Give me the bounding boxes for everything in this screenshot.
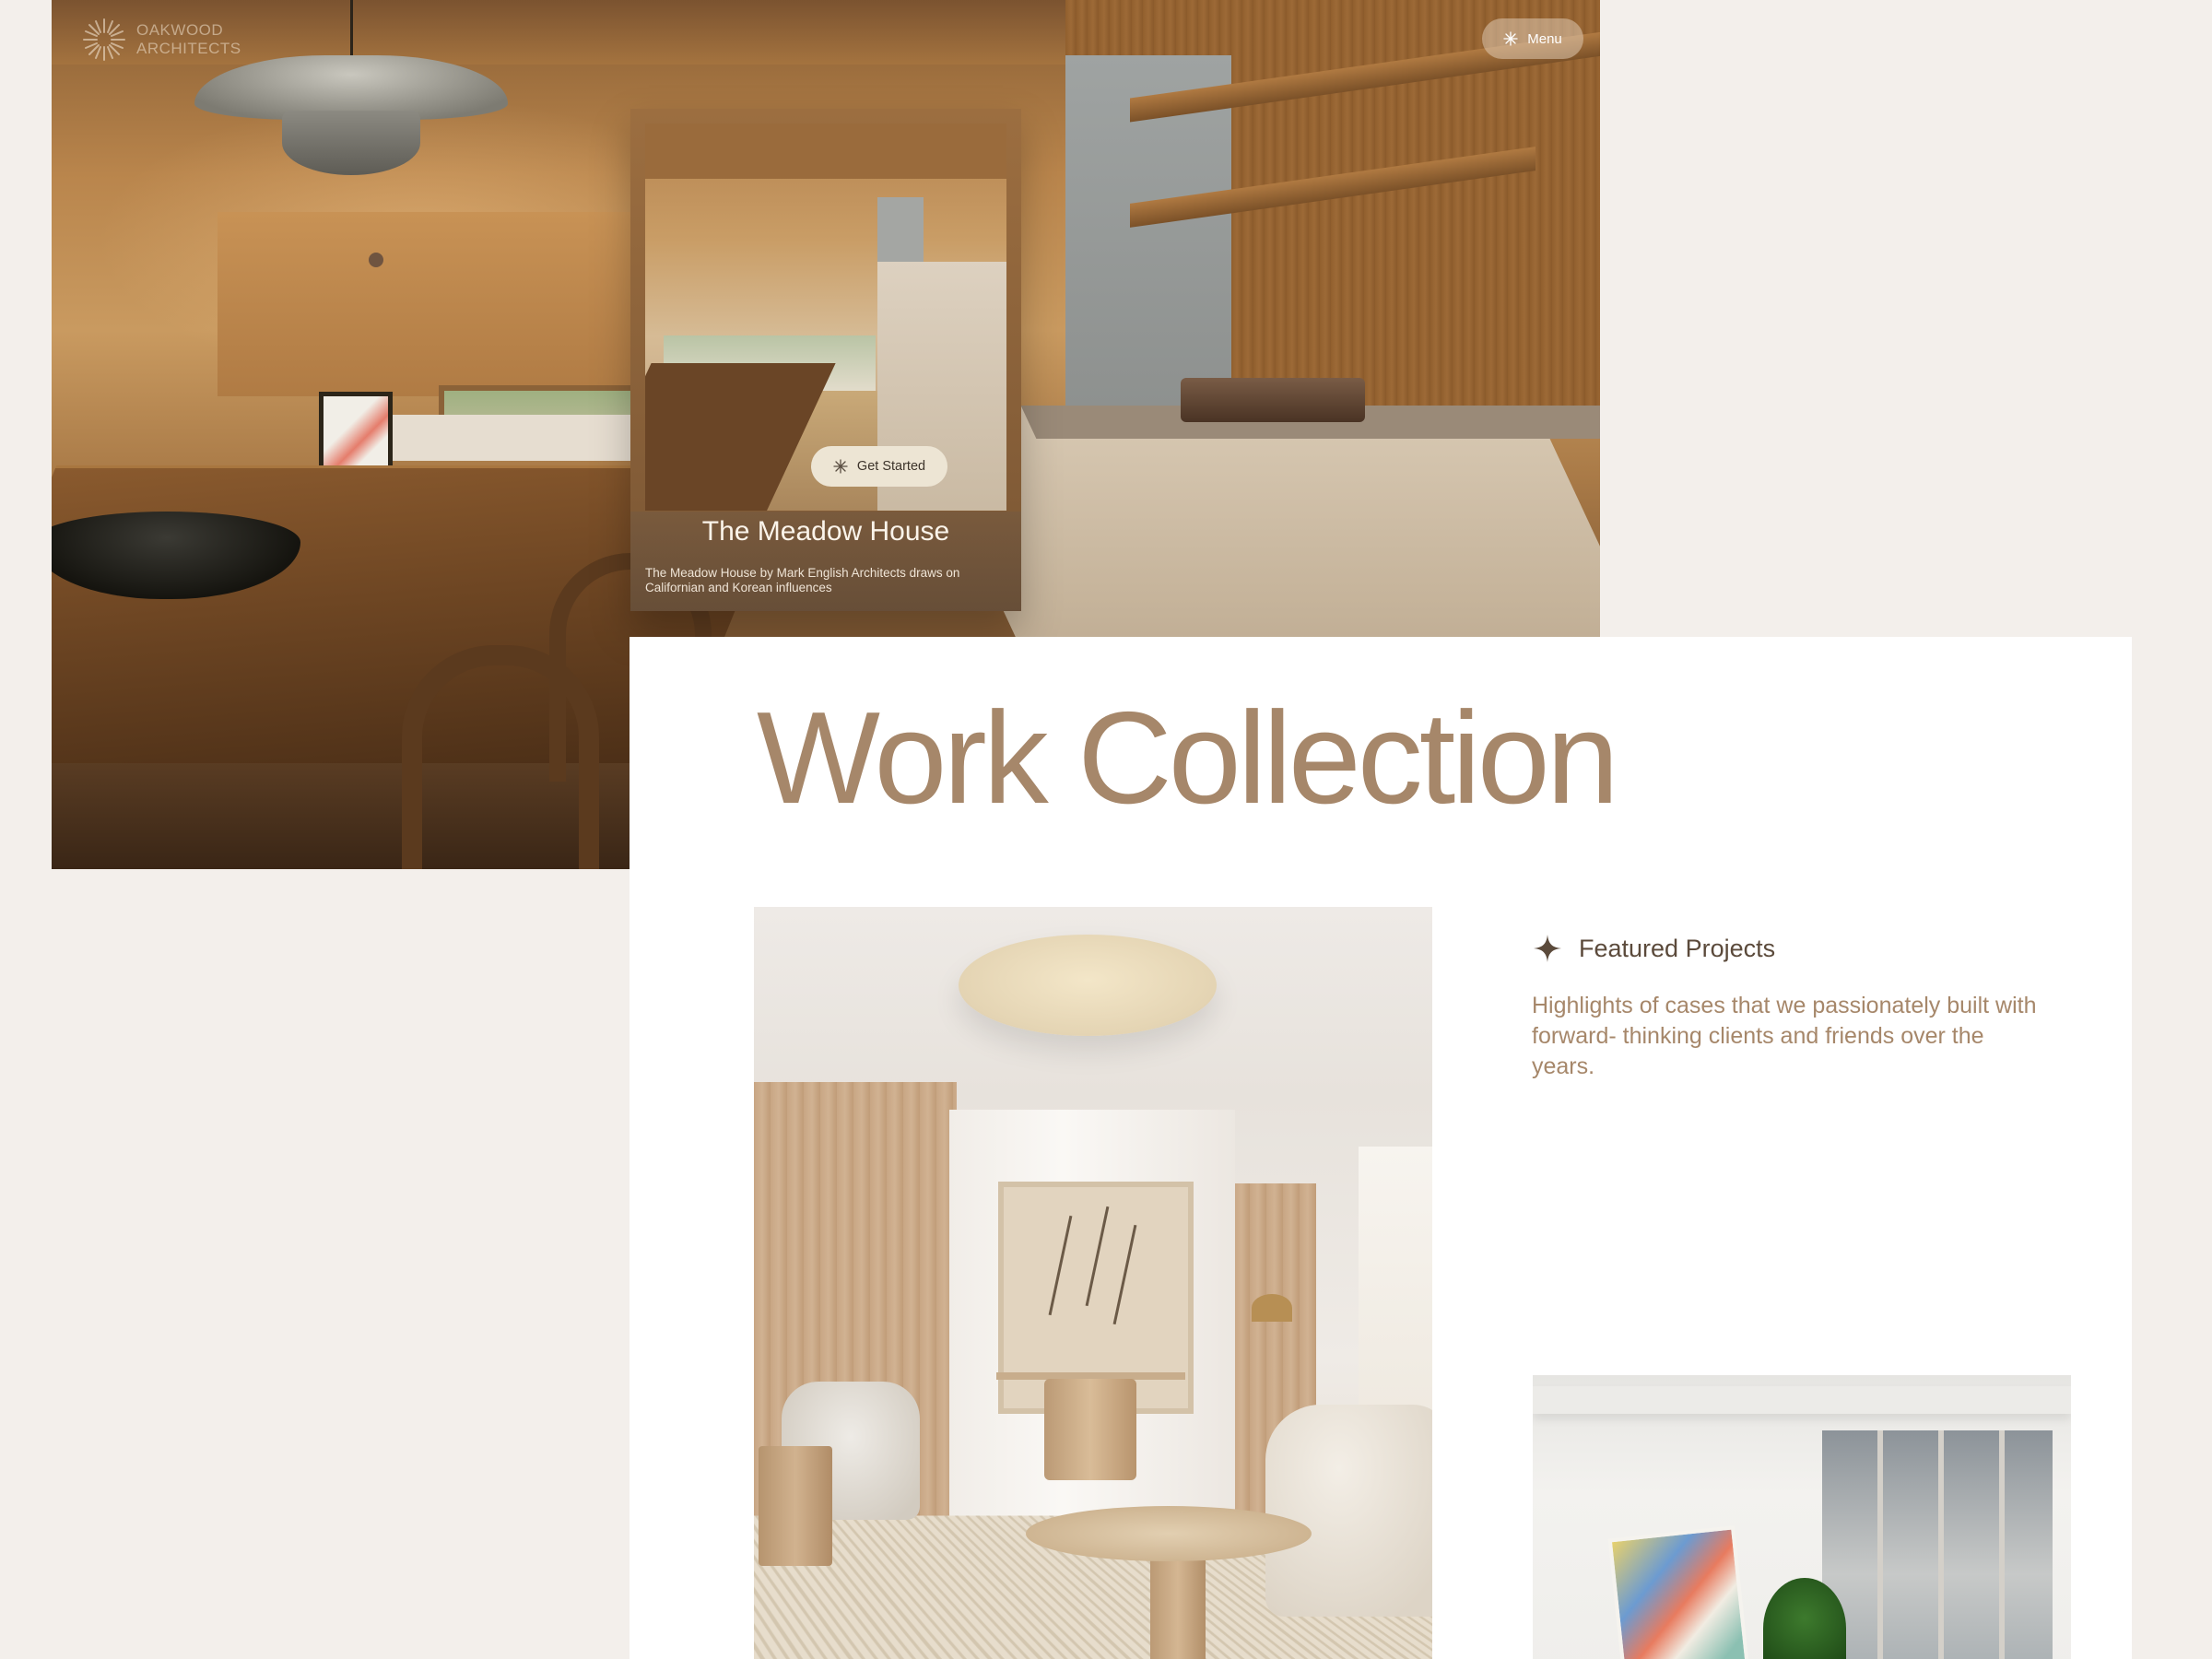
art-stroke bbox=[1085, 1206, 1110, 1307]
photo-floor-lamp bbox=[1252, 1294, 1292, 1322]
brand-name: OAKWOOD ARCHITECTS bbox=[136, 21, 241, 58]
hero-framed-art bbox=[319, 392, 393, 475]
four-point-star-icon bbox=[1534, 935, 1561, 962]
photo-ceiling-beam bbox=[1533, 1386, 2071, 1414]
photo-sofa bbox=[1265, 1405, 1432, 1617]
featured-projects-label: Featured Projects bbox=[1579, 934, 1776, 962]
brand-name-line1: OAKWOOD bbox=[136, 21, 224, 39]
photo-coffee-table bbox=[1026, 1506, 1312, 1561]
featured-project-card[interactable]: The Meadow House The Meadow House by Mar… bbox=[630, 109, 1021, 611]
menu-label: Menu bbox=[1527, 30, 1562, 47]
card-title: The Meadow House bbox=[701, 516, 950, 547]
photo-window bbox=[1822, 1430, 2053, 1659]
photo-pedestal bbox=[1044, 1379, 1136, 1480]
art-stroke bbox=[1112, 1224, 1137, 1325]
section-title: Work Collection bbox=[757, 685, 1619, 831]
project-photo-living-room[interactable] bbox=[754, 907, 1432, 1659]
featured-projects-heading: Featured Projects bbox=[1533, 934, 1775, 963]
card-photo-ceiling bbox=[645, 124, 1006, 179]
project-photo-loft[interactable] bbox=[1533, 1375, 2071, 1659]
photo-painting bbox=[1607, 1525, 1751, 1659]
cursor-dot bbox=[369, 253, 383, 267]
featured-projects-description: Highlights of cases that we passionately… bbox=[1532, 993, 2037, 1079]
get-started-label: Get Started bbox=[856, 459, 926, 474]
get-started-button[interactable]: Get Started bbox=[811, 446, 947, 487]
sparkle-icon bbox=[833, 459, 848, 474]
menu-button[interactable]: Menu bbox=[1482, 18, 1583, 59]
photo-ceiling-light bbox=[959, 935, 1217, 1036]
brand-logo[interactable]: OAKWOOD ARCHITECTS bbox=[81, 17, 241, 63]
card-description: The Meadow House by Mark English Archite… bbox=[645, 566, 960, 594]
photo-side-table bbox=[759, 1446, 832, 1566]
sunburst-icon bbox=[83, 18, 125, 61]
pendant-lamp-lower bbox=[282, 111, 420, 175]
sparkle-icon bbox=[1503, 31, 1518, 46]
hero-turntable bbox=[1181, 378, 1365, 422]
work-collection-section: Work Collection Featured Projects Highli… bbox=[629, 637, 2132, 1659]
art-stroke bbox=[1048, 1215, 1073, 1316]
brand-name-line2: ARCHITECTS bbox=[136, 40, 241, 57]
